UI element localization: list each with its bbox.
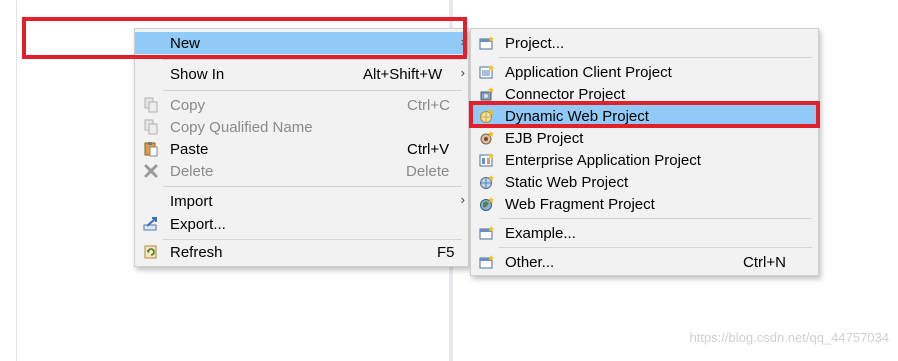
menu-item-label: Export... (170, 216, 226, 233)
export-icon (143, 217, 157, 231)
web-fragment-project-icon (480, 197, 494, 211)
menu-item-copy[interactable]: Copy Ctrl+C (135, 94, 468, 116)
left-panel-border (16, 0, 17, 361)
paste-icon (144, 142, 158, 157)
menu-item-label: Import (170, 193, 213, 210)
submenu-item-static-web-project[interactable]: Static Web Project (471, 171, 818, 193)
annotation-box-dynamic-web (469, 101, 820, 128)
context-menu: New › Show In Alt+Shift+W › Copy Ctrl+C … (134, 28, 469, 267)
menu-item-shortcut: Delete (406, 163, 450, 180)
submenu-item-label: EJB Project (505, 130, 584, 147)
submenu-item-label: Example... (505, 225, 576, 242)
menu-item-delete[interactable]: Delete Delete (135, 160, 468, 182)
menu-item-shortcut: Alt+Shift+W (363, 66, 443, 83)
submenu-item-shortcut: Ctrl+N (743, 254, 786, 271)
menu-separator (163, 59, 462, 60)
connector-icon (480, 87, 494, 101)
new-submenu: Project... Application Client Project Co… (470, 28, 819, 276)
menu-item-shortcut: Ctrl+C (407, 97, 450, 114)
submenu-item-web-fragment-project[interactable]: Web Fragment Project (471, 193, 818, 215)
menu-item-refresh[interactable]: Refresh F5 (135, 241, 468, 263)
submenu-item-project[interactable]: Project... (471, 32, 818, 54)
submenu-item-label: Enterprise Application Project (505, 152, 701, 169)
static-web-project-icon (480, 175, 494, 189)
menu-item-shortcut: Ctrl+V (407, 141, 450, 158)
submenu-item-label: Project... (505, 35, 565, 52)
menu-item-shortcut: F5 (437, 244, 455, 261)
submenu-item-ejb-project[interactable]: EJB Project (471, 127, 818, 149)
copy-icon (144, 97, 158, 113)
annotation-box-new (22, 17, 467, 59)
application-client-icon (479, 65, 494, 79)
menu-separator (499, 57, 812, 58)
watermark: https://blog.csdn.net/qq_44757034 (689, 330, 890, 345)
ejb-project-icon (480, 131, 494, 145)
menu-item-label: Delete (170, 163, 214, 180)
menu-item-label: Copy Qualified Name (170, 119, 313, 136)
submenu-item-example[interactable]: Example... (471, 222, 818, 244)
menu-item-export[interactable]: Export... (135, 213, 468, 235)
menu-item-label: Refresh (170, 244, 223, 261)
submenu-item-application-client-project[interactable]: Application Client Project (471, 61, 818, 83)
submenu-item-enterprise-application-project[interactable]: Enterprise Application Project (471, 149, 818, 171)
menu-item-import[interactable]: Import › (135, 190, 468, 212)
menu-separator (163, 90, 462, 91)
menu-item-copy-qualified-name[interactable]: Copy Qualified Name (135, 116, 468, 138)
new-wizard-icon (479, 255, 494, 269)
enterprise-application-icon (479, 153, 494, 167)
delete-icon (144, 164, 158, 178)
chevron-right-icon: › (460, 65, 465, 80)
refresh-icon (144, 245, 157, 259)
menu-separator (499, 218, 812, 219)
new-example-icon (479, 226, 494, 240)
menu-separator (163, 239, 462, 240)
submenu-item-label: Other... (505, 254, 555, 271)
chevron-right-icon: › (460, 192, 465, 207)
menu-item-label: Show In (170, 66, 225, 83)
menu-item-label: Copy (170, 97, 206, 114)
submenu-item-label: Application Client Project (505, 64, 672, 81)
menu-item-show-in[interactable]: Show In Alt+Shift+W › (135, 63, 468, 85)
menu-item-paste[interactable]: Paste Ctrl+V (135, 138, 468, 160)
copy-qualified-icon (144, 119, 158, 135)
menu-separator (499, 247, 812, 248)
submenu-item-other[interactable]: Other... Ctrl+N (471, 251, 818, 273)
menu-separator (163, 186, 462, 187)
new-project-icon (479, 36, 494, 50)
submenu-item-label: Web Fragment Project (505, 196, 655, 213)
menu-item-label: Paste (170, 141, 209, 158)
submenu-item-label: Static Web Project (505, 174, 629, 191)
